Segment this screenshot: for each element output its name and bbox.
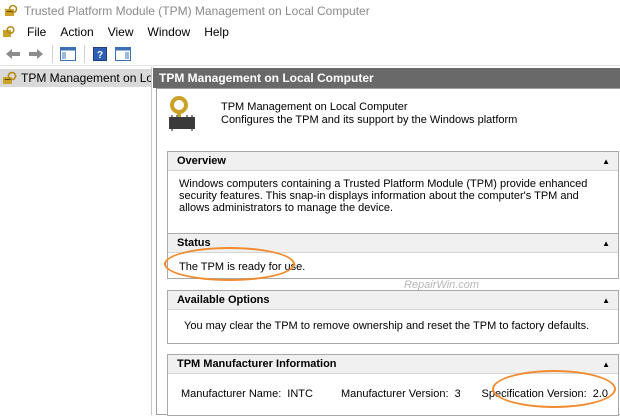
status-panel: Status ▲ The TPM is ready for use.: [167, 233, 619, 279]
watermark: RepairWin.com: [404, 279, 490, 293]
pane-header: TPM Management on Local Computer: [153, 68, 620, 88]
forward-arrow-icon: [29, 48, 43, 59]
available-options-panel: Available Options ▲ You may clear the TP…: [167, 290, 619, 344]
manufacturer-version-value: 302.12.0.0: [454, 388, 460, 400]
title-bar: Trusted Platform Module (TPM) Management…: [0, 0, 620, 22]
manufacturer-body: Manufacturer Name: INTC Manufacturer Ver…: [168, 374, 618, 406]
collapse-icon[interactable]: ▲: [602, 355, 610, 374]
intro-description: Configures the TPM and its support by th…: [221, 114, 518, 126]
status-title: Status: [177, 237, 211, 249]
show-hide-action-pane-button[interactable]: [112, 44, 134, 64]
results-pane: TPM Management on Local Computer TPM Man…: [153, 67, 620, 416]
collapse-icon[interactable]: ▲: [602, 152, 610, 171]
toolbar-separator: [52, 44, 53, 63]
console-tree-icon: [60, 46, 76, 61]
overview-panel: Overview ▲ Windows computers containing …: [167, 151, 619, 235]
menu-action[interactable]: Action: [53, 22, 100, 42]
back-arrow-icon: [6, 48, 20, 59]
help-button[interactable]: ?: [89, 44, 111, 64]
overview-title: Overview: [177, 155, 226, 167]
overview-header: Overview ▲: [168, 152, 618, 171]
manufacturer-info-panel: TPM Manufacturer Information ▲ Manufactu…: [167, 354, 619, 416]
manufacturer-header: TPM Manufacturer Information ▲: [168, 355, 618, 374]
status-header: Status ▲: [168, 234, 618, 253]
console-tree: TPM Management on Local: [0, 67, 152, 415]
watermark-text: RepairWin.com: [404, 279, 480, 291]
back-button[interactable]: [2, 44, 24, 64]
manufacturer-row: Manufacturer Name: INTC Manufacturer Ver…: [178, 380, 614, 400]
specification-version-value: 2.0: [592, 388, 608, 400]
manufacturer-version-label: Manufacturer Version:: [340, 388, 449, 400]
menu-window[interactable]: Window: [141, 22, 198, 42]
overview-text: Windows computers containing a Trusted P…: [179, 178, 588, 214]
tpm-key-icon: [3, 71, 17, 84]
tree-item-tpm-management[interactable]: TPM Management on Local: [0, 69, 151, 87]
menu-bar: File Action View Window Help: [0, 22, 620, 42]
intro-section: TPM Management on Local Computer Configu…: [161, 95, 617, 143]
action-pane-icon: [115, 46, 131, 61]
tree-item-label: TPM Management on Local: [21, 71, 151, 85]
intro-text: TPM Management on Local Computer Configu…: [221, 101, 517, 127]
tpm-key-chip-icon: [169, 96, 195, 131]
manufacturer-name-value: INTC: [287, 388, 313, 400]
menu-help[interactable]: Help: [197, 22, 236, 42]
system-menu-icon[interactable]: [2, 25, 16, 39]
menu-file[interactable]: File: [20, 22, 53, 42]
collapse-icon[interactable]: ▲: [602, 234, 610, 253]
manufacturer-name-label: Manufacturer Name:: [181, 388, 282, 400]
specification-version-label: Specification Version:: [481, 388, 587, 400]
window-title: Trusted Platform Module (TPM) Management…: [24, 4, 370, 18]
forward-button[interactable]: [25, 44, 47, 64]
menu-view[interactable]: View: [101, 22, 141, 42]
toolbar-separator: [84, 44, 85, 63]
options-text: You may clear the TPM to remove ownershi…: [184, 320, 590, 332]
manufacturer-title: TPM Manufacturer Information: [177, 358, 337, 370]
intro-title: TPM Management on Local Computer: [221, 101, 408, 113]
show-hide-console-tree-button[interactable]: [57, 44, 79, 64]
pane-body: TPM Management on Local Computer Configu…: [156, 88, 620, 416]
collapse-icon[interactable]: ▲: [602, 291, 610, 310]
help-icon: ?: [93, 46, 107, 61]
status-text: The TPM is ready for use.: [179, 261, 306, 273]
options-title: Available Options: [177, 294, 270, 306]
svg-text:?: ?: [97, 50, 103, 61]
toolbar: ?: [0, 42, 620, 66]
tpm-app-icon: [5, 4, 18, 16]
options-header: Available Options ▲: [168, 291, 618, 310]
